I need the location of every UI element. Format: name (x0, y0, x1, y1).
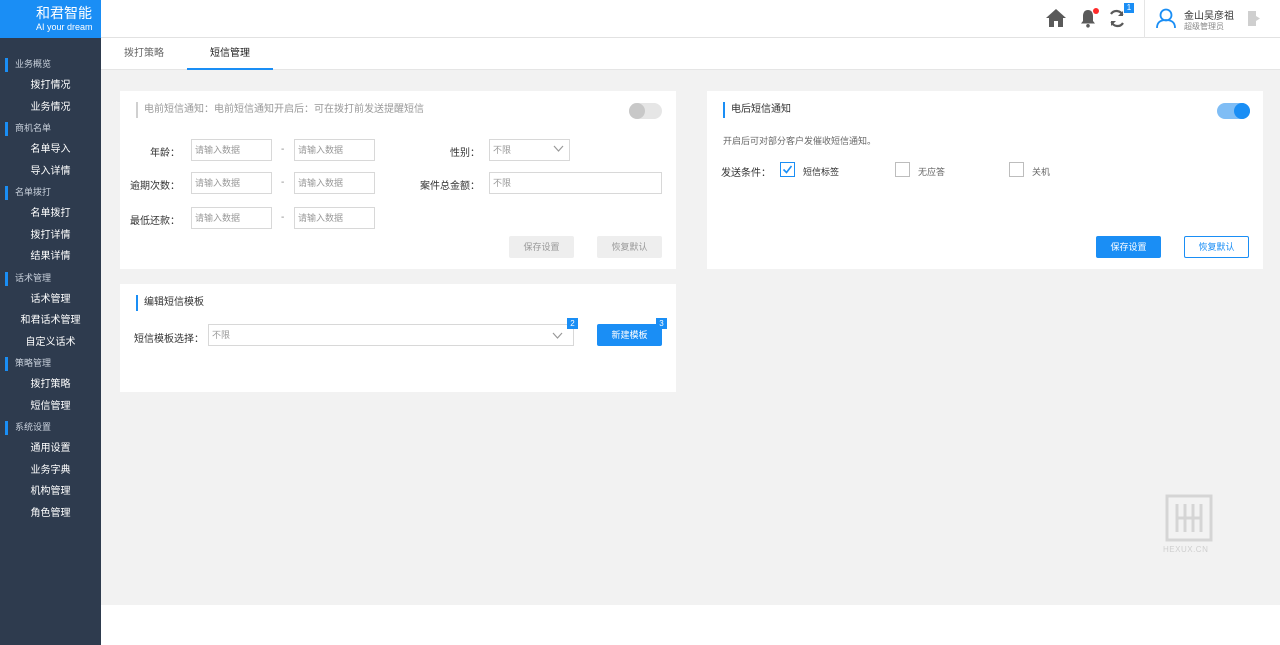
sidebar-item-business-dictionary[interactable]: 业务字典 (0, 460, 101, 482)
age-range-separator: - (281, 144, 285, 155)
post-call-reset-button[interactable]: 恢复默认 (1184, 236, 1249, 258)
gender-label: 性别： (450, 148, 480, 159)
logo-subtitle: AI your dream (36, 22, 93, 32)
age-min-input[interactable]: 请输入数据 (191, 139, 272, 161)
age-label: 年龄： (150, 148, 180, 159)
sidebar-item-hejun-scripts[interactable]: 和君话术管理 (0, 310, 101, 332)
sidebar-group-strategy[interactable]: 策略管理 (0, 353, 101, 374)
min-repayment-max-input[interactable]: 请输入数据 (294, 207, 375, 229)
sidebar-item-list-calling[interactable]: 名单拨打 (0, 203, 101, 225)
sidebar-group-leads[interactable]: 商机名单 (0, 118, 101, 139)
send-condition-label: 发送条件： (721, 168, 771, 179)
gender-chevron-down-icon (553, 145, 564, 152)
total-amount-input[interactable]: 不限 (489, 172, 662, 194)
sms-tag-checkbox[interactable] (780, 162, 795, 177)
sidebar: 和君智能 AI your dream 业务概览 拨打情况 业务情况 商机名单 名… (0, 0, 101, 645)
sidebar-item-custom-scripts[interactable]: 自定义话术 (0, 332, 101, 354)
tab-bar: 拨打策略 短信管理 (101, 38, 1280, 70)
sidebar-item-role-management[interactable]: 角色管理 (0, 503, 101, 525)
refresh-badge: 1 (1124, 3, 1134, 13)
logout-icon[interactable] (1247, 10, 1261, 27)
user-role: 超级管理员 (1184, 22, 1224, 31)
template-select-step-badge: 2 (567, 318, 578, 329)
top-header: 1 金山吴彦祖 超级管理员 (101, 0, 1280, 38)
home-icon[interactable] (1045, 8, 1067, 28)
header-divider (1144, 0, 1145, 38)
template-chevron-down-icon (552, 332, 563, 339)
sidebar-item-call-strategy[interactable]: 拨打策略 (0, 374, 101, 396)
sidebar-item-call-status[interactable]: 拨打情况 (0, 75, 101, 97)
sms-template-panel: 编辑短信模板 短信模板选择： 不限 2 新建模板 3 (120, 284, 676, 392)
sidebar-item-business-status[interactable]: 业务情况 (0, 97, 101, 119)
tab-sms-management[interactable]: 短信管理 (187, 38, 273, 70)
pre-call-sms-title: 电前短信通知：电前短信通知开启后：可在拨打前发送提醒短信 (136, 101, 424, 119)
min-repayment-range-separator: - (281, 212, 285, 223)
sidebar-item-call-details[interactable]: 拨打详情 (0, 225, 101, 247)
footer-area (101, 605, 1280, 645)
sidebar-item-import-details[interactable]: 导入详情 (0, 161, 101, 183)
user-icon[interactable] (1155, 7, 1177, 29)
pre-call-reset-button[interactable]: 恢复默认 (597, 236, 662, 258)
sidebar-group-overview[interactable]: 业务概览 (0, 54, 101, 75)
check-icon (782, 165, 793, 174)
sidebar-group-list-calling[interactable]: 名单拨打 (0, 182, 101, 203)
overdue-range-separator: - (281, 177, 285, 188)
logo[interactable]: 和君智能 AI your dream (0, 0, 101, 38)
template-select[interactable]: 不限 (208, 324, 574, 346)
post-call-sms-panel: 电后短信通知 开启后可对部分客户发催收短信通知。 发送条件： 短信标签 无应答 … (707, 91, 1263, 269)
powered-off-label: 关机 (1032, 167, 1051, 177)
sidebar-item-sms-management[interactable]: 短信管理 (0, 396, 101, 418)
user-name[interactable]: 金山吴彦祖 (1184, 7, 1234, 22)
overdue-count-label: 逾期次数： (130, 181, 180, 192)
new-template-button[interactable]: 新建模板 (597, 324, 662, 346)
sidebar-item-org-management[interactable]: 机构管理 (0, 481, 101, 503)
overdue-min-input[interactable]: 请输入数据 (191, 172, 272, 194)
sms-template-title: 编辑短信模板 (136, 294, 204, 312)
sidebar-item-result-details[interactable]: 结果详情 (0, 246, 101, 268)
post-call-sms-title: 电后短信通知 (723, 101, 791, 119)
powered-off-checkbox[interactable] (1009, 162, 1024, 177)
pre-call-save-button[interactable]: 保存设置 (509, 236, 574, 258)
sidebar-menu: 业务概览 拨打情况 业务情况 商机名单 名单导入 导入详情 名单拨打 名单拨打 … (0, 38, 101, 524)
watermark-text: HEXUX.CN (1163, 545, 1209, 554)
pre-call-sms-toggle[interactable] (629, 103, 662, 119)
tab-call-strategy[interactable]: 拨打策略 (115, 38, 173, 70)
new-template-step-badge: 3 (656, 318, 667, 329)
min-repayment-min-input[interactable]: 请输入数据 (191, 207, 272, 229)
sidebar-group-system[interactable]: 系统设置 (0, 417, 101, 438)
sidebar-group-scripts[interactable]: 话术管理 (0, 268, 101, 289)
template-select-label: 短信模板选择： (134, 334, 204, 345)
sidebar-item-script-management[interactable]: 话术管理 (0, 289, 101, 311)
overdue-max-input[interactable]: 请输入数据 (294, 172, 375, 194)
notification-dot (1093, 8, 1099, 14)
no-answer-checkbox[interactable] (895, 162, 910, 177)
sms-tag-label: 短信标签 (803, 167, 840, 177)
post-call-sms-toggle[interactable] (1217, 103, 1250, 119)
sidebar-item-general-settings[interactable]: 通用设置 (0, 438, 101, 460)
sidebar-item-list-import[interactable]: 名单导入 (0, 139, 101, 161)
min-repayment-label: 最低还款： (130, 216, 180, 227)
logo-title: 和君智能 (36, 5, 92, 21)
no-answer-label: 无应答 (918, 167, 946, 177)
post-call-save-button[interactable]: 保存设置 (1096, 236, 1161, 258)
total-amount-label: 案件总金额： (420, 181, 480, 192)
pre-call-sms-panel: 电前短信通知：电前短信通知开启后：可在拨打前发送提醒短信 年龄： 请输入数据 -… (120, 91, 676, 269)
age-max-input[interactable]: 请输入数据 (294, 139, 375, 161)
post-call-description: 开启后可对部分客户发催收短信通知。 (723, 136, 877, 146)
